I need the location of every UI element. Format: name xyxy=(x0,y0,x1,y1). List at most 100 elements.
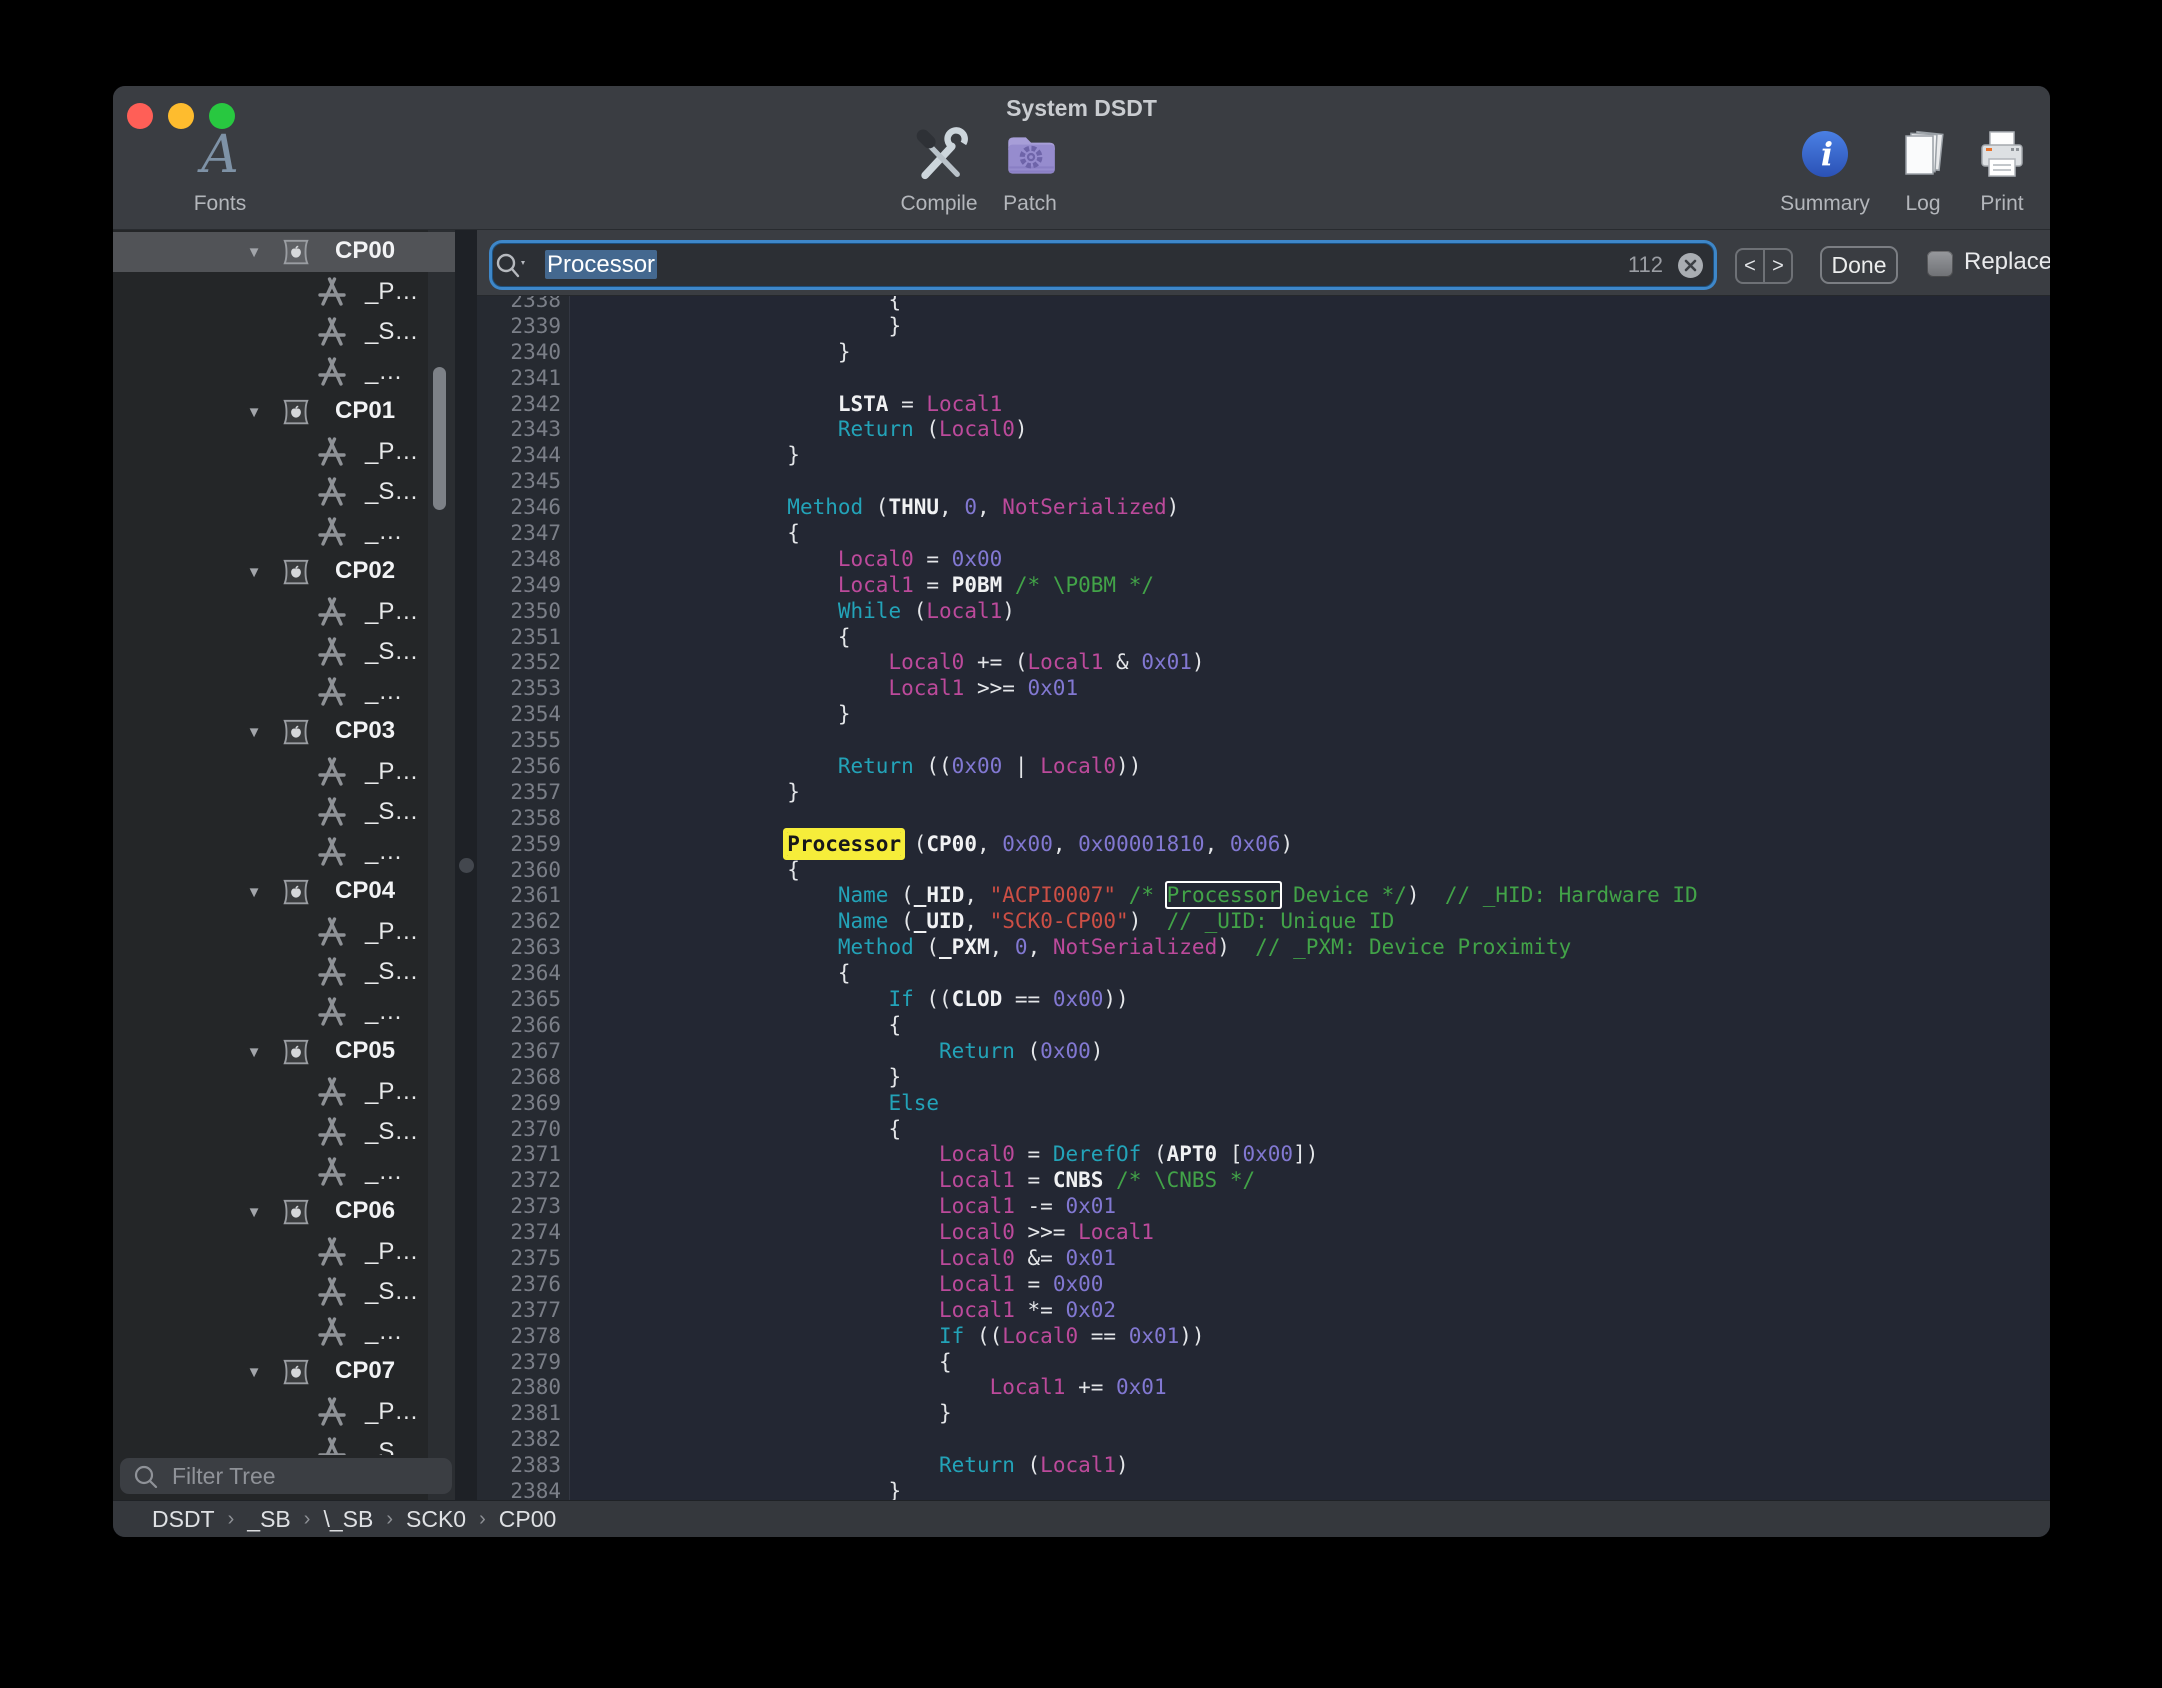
tree-item[interactable]: _P… xyxy=(113,432,455,472)
disclosure-triangle-icon[interactable]: ▼ xyxy=(244,404,264,422)
tree-item[interactable]: _S… xyxy=(113,792,455,832)
code-line[interactable]: 2375 Local0 &= 0x01 xyxy=(477,1246,1698,1272)
tree-item[interactable]: _… xyxy=(113,992,455,1032)
tree-item[interactable]: _S… xyxy=(113,472,455,512)
breadcrumb-item[interactable]: SCK0 xyxy=(406,1506,466,1533)
tree-item[interactable]: _P… xyxy=(113,1072,455,1112)
tree-item[interactable]: _S… xyxy=(113,1272,455,1312)
code-line[interactable]: 2350 While (Local1) xyxy=(477,599,1698,625)
clear-search-icon[interactable] xyxy=(1677,252,1704,279)
tree-item[interactable]: _P… xyxy=(113,272,455,312)
code-line[interactable]: 2347 { xyxy=(477,521,1698,547)
sidebar-scrollbar[interactable] xyxy=(433,367,446,510)
code-line[interactable]: 2378 If ((Local0 == 0x01)) xyxy=(477,1324,1698,1350)
tree-item[interactable]: _P… xyxy=(113,592,455,632)
tree-item[interactable]: _P… xyxy=(113,1232,455,1272)
code-line[interactable]: 2357 } xyxy=(477,780,1698,806)
code-line[interactable]: 2358 xyxy=(477,806,1698,832)
disclosure-triangle-icon[interactable]: ▼ xyxy=(244,244,264,262)
code-line[interactable]: 2342 LSTA = Local1 xyxy=(477,392,1698,418)
breadcrumb-item[interactable]: DSDT xyxy=(152,1506,215,1533)
tree-item[interactable]: _… xyxy=(113,1152,455,1192)
code-line[interactable]: 2366 { xyxy=(477,1013,1698,1039)
code-line[interactable]: 2370 { xyxy=(477,1117,1698,1143)
code-line[interactable]: 2346 Method (THNU, 0, NotSerialized) xyxy=(477,495,1698,521)
code-line[interactable]: 2382 xyxy=(477,1427,1698,1453)
code-line[interactable]: 2365 If ((CLOD == 0x00)) xyxy=(477,987,1698,1013)
code-line[interactable]: 2345 xyxy=(477,469,1698,495)
code-line[interactable]: 2344 } xyxy=(477,443,1698,469)
tree-group-cp03[interactable]: ▼CP03 xyxy=(113,712,455,752)
code-line[interactable]: 2340 } xyxy=(477,340,1698,366)
tree-item[interactable]: _S… xyxy=(113,312,455,352)
breadcrumb-item[interactable]: \_SB xyxy=(323,1506,373,1533)
code-line[interactable]: 2354 } xyxy=(477,702,1698,728)
filter-tree-input[interactable]: Filter Tree xyxy=(120,1458,452,1494)
tree-item[interactable]: _… xyxy=(113,512,455,552)
tree-item[interactable]: _S… xyxy=(113,952,455,992)
code-line[interactable]: 2364 { xyxy=(477,961,1698,987)
tree-item[interactable]: _… xyxy=(113,352,455,392)
tree-group-cp05[interactable]: ▼CP05 xyxy=(113,1032,455,1072)
search-input[interactable]: Processor 112 xyxy=(492,243,1714,287)
tree-item[interactable]: _… xyxy=(113,672,455,712)
disclosure-triangle-icon[interactable]: ▼ xyxy=(244,884,264,902)
done-button[interactable]: Done xyxy=(1820,246,1898,284)
breadcrumb-item[interactable]: _SB xyxy=(247,1506,290,1533)
code-line[interactable]: 2371 Local0 = DerefOf (APT0 [0x00]) xyxy=(477,1142,1698,1168)
disclosure-triangle-icon[interactable]: ▼ xyxy=(244,564,264,582)
code-line[interactable]: 2341 xyxy=(477,366,1698,392)
tree-item[interactable]: _… xyxy=(113,832,455,872)
tree-item[interactable]: _S… xyxy=(113,632,455,672)
tree-item[interactable]: _… xyxy=(113,1312,455,1352)
code-line[interactable]: 2367 Return (0x00) xyxy=(477,1039,1698,1065)
tree-group-cp01[interactable]: ▼CP01 xyxy=(113,392,455,432)
code-line[interactable]: 2353 Local1 >>= 0x01 xyxy=(477,676,1698,702)
splitter-handle-icon[interactable] xyxy=(459,858,474,873)
code-line[interactable]: 2356 Return ((0x00 | Local0)) xyxy=(477,754,1698,780)
breadcrumb-item[interactable]: CP00 xyxy=(499,1506,557,1533)
magnifier-with-menu-icon[interactable] xyxy=(493,251,531,279)
find-next-button[interactable]: > xyxy=(1765,250,1791,282)
code-line[interactable]: 2363 Method (_PXM, 0, NotSerialized) // … xyxy=(477,935,1698,961)
disclosure-triangle-icon[interactable]: ▼ xyxy=(244,1204,264,1222)
code-line[interactable]: 2379 { xyxy=(477,1350,1698,1376)
code-line[interactable]: 2377 Local1 *= 0x02 xyxy=(477,1298,1698,1324)
code-line[interactable]: 2343 Return (Local0) xyxy=(477,417,1698,443)
print-button[interactable]: Print xyxy=(1942,124,2050,216)
disclosure-triangle-icon[interactable]: ▼ xyxy=(244,724,264,742)
code-line[interactable]: 2373 Local1 -= 0x01 xyxy=(477,1194,1698,1220)
code-line[interactable]: 2355 xyxy=(477,728,1698,754)
disclosure-triangle-icon[interactable]: ▼ xyxy=(244,1044,264,1062)
code-line[interactable]: 2362 Name (_UID, "SCK0-CP00") // _UID: U… xyxy=(477,909,1698,935)
tree-group-cp00[interactable]: ▼CP00 xyxy=(113,232,455,272)
tree-group-cp07[interactable]: ▼CP07 xyxy=(113,1352,455,1392)
code-line[interactable]: 2381 } xyxy=(477,1401,1698,1427)
replace-checkbox[interactable] xyxy=(1927,251,1953,277)
code-line[interactable]: 2372 Local1 = CNBS /* \CNBS */ xyxy=(477,1168,1698,1194)
code-line[interactable]: 2374 Local0 >>= Local1 xyxy=(477,1220,1698,1246)
code-line[interactable]: 2384 } xyxy=(477,1479,1698,1500)
code-line[interactable]: 2368 } xyxy=(477,1065,1698,1091)
code-line[interactable]: 2339 } xyxy=(477,314,1698,340)
code-line[interactable]: 2380 Local1 += 0x01 xyxy=(477,1375,1698,1401)
tree-group-cp02[interactable]: ▼CP02 xyxy=(113,552,455,592)
tree-item[interactable]: _P… xyxy=(113,752,455,792)
code-line[interactable]: 2359 Processor (CP00, 0x00, 0x00001810, … xyxy=(477,832,1698,858)
disclosure-triangle-icon[interactable]: ▼ xyxy=(244,1364,264,1382)
code-line[interactable]: 2349 Local1 = P0BM /* \P0BM */ xyxy=(477,573,1698,599)
code-line[interactable]: 2351 { xyxy=(477,625,1698,651)
find-previous-button[interactable]: < xyxy=(1737,250,1765,282)
tree-item[interactable]: _P… xyxy=(113,1392,455,1432)
code-line[interactable]: 2348 Local0 = 0x00 xyxy=(477,547,1698,573)
code-editor[interactable]: 2338 {2339 }2340 }23412342 LSTA = Local1… xyxy=(477,296,2050,1500)
fonts-button[interactable]: A Fonts xyxy=(160,124,280,216)
code-line[interactable]: 2376 Local1 = 0x00 xyxy=(477,1272,1698,1298)
tree-group-cp04[interactable]: ▼CP04 xyxy=(113,872,455,912)
code-line[interactable]: 2383 Return (Local1) xyxy=(477,1453,1698,1479)
tree-group-cp06[interactable]: ▼CP06 xyxy=(113,1192,455,1232)
tree-item[interactable]: _S… xyxy=(113,1432,455,1455)
code-line[interactable]: 2338 { xyxy=(477,296,1698,314)
code-line[interactable]: 2361 Name (_HID, "ACPI0007" /* Processor… xyxy=(477,883,1698,909)
patch-button[interactable]: Patch xyxy=(970,124,1090,216)
